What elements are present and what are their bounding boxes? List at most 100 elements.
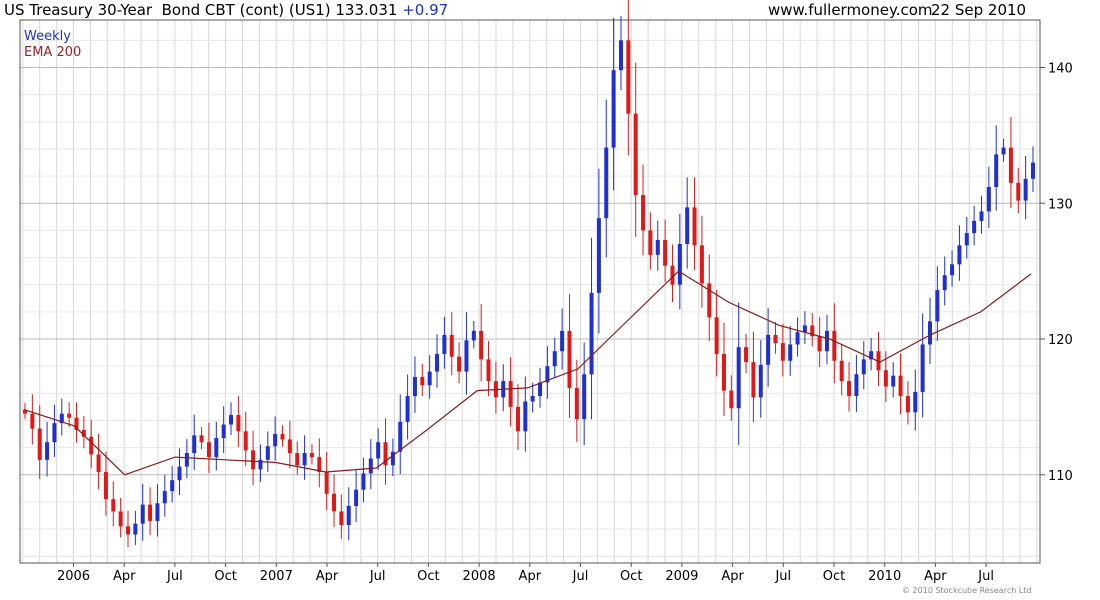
candle-body xyxy=(626,40,631,114)
candle-body xyxy=(692,207,697,246)
candle-body xyxy=(155,503,160,521)
candle-body xyxy=(206,442,211,458)
candle-body xyxy=(618,40,623,71)
candle-body xyxy=(251,450,256,470)
x-tick-label: 2008 xyxy=(463,569,496,584)
legend-weekly: Weekly xyxy=(24,29,71,44)
y-tick-label: 110 xyxy=(1048,469,1073,484)
x-tick-label: Jul xyxy=(774,569,791,584)
candle-body xyxy=(589,292,594,375)
candle-body xyxy=(398,421,403,452)
candle-body xyxy=(994,154,999,187)
candle-body xyxy=(574,387,579,420)
x-tick-label: Oct xyxy=(417,569,439,584)
candle-body xyxy=(214,438,219,458)
candle-body xyxy=(927,321,932,345)
candle-body xyxy=(420,377,425,386)
candle-body xyxy=(964,233,969,246)
candle-body xyxy=(140,504,145,524)
candle-body xyxy=(199,435,204,443)
candle-body xyxy=(913,391,918,413)
x-tick-label: Apr xyxy=(316,569,339,584)
candle-body xyxy=(346,505,351,525)
candle-body xyxy=(148,504,153,521)
candle-body xyxy=(177,466,182,481)
candle-body xyxy=(170,480,175,492)
candle-body xyxy=(552,351,557,367)
x-tick-label: Apr xyxy=(519,569,542,584)
candle-body xyxy=(1023,178,1028,201)
candle-body xyxy=(427,371,432,386)
candle-body xyxy=(471,330,476,341)
candle-body xyxy=(52,423,57,443)
candle-body xyxy=(780,343,785,361)
candle-body xyxy=(412,377,417,397)
candle-body xyxy=(685,207,690,244)
candle-body xyxy=(839,360,844,382)
legend-ema: EMA 200 xyxy=(24,45,82,60)
candle-body xyxy=(96,454,101,473)
candle-body xyxy=(802,325,807,333)
candle-body xyxy=(302,453,307,466)
candle-body xyxy=(1016,182,1021,201)
candle-body xyxy=(457,356,462,372)
candle-body xyxy=(950,264,955,276)
candle-body xyxy=(354,489,359,506)
x-tick-label: Apr xyxy=(924,569,947,584)
candle-body xyxy=(45,442,50,460)
candle-body xyxy=(229,415,234,425)
candle-body xyxy=(935,290,940,322)
candle-body xyxy=(464,340,469,372)
candle-body xyxy=(287,439,292,454)
candle-body xyxy=(861,359,866,375)
candle-body xyxy=(265,446,270,460)
candle-body xyxy=(515,406,520,432)
candle-body xyxy=(648,230,653,255)
y-tick-label: 140 xyxy=(1048,62,1073,77)
x-tick-label: Oct xyxy=(823,569,845,584)
candle-body xyxy=(111,499,116,512)
candle-body xyxy=(243,431,248,451)
candle-body xyxy=(677,243,682,285)
candle-body xyxy=(898,375,903,397)
candle-body xyxy=(832,330,837,361)
candle-body xyxy=(221,424,226,439)
x-tick-label: 2010 xyxy=(868,569,901,584)
candle-body xyxy=(721,353,726,391)
candle-body xyxy=(309,453,314,458)
candle-body xyxy=(508,381,513,407)
candle-body xyxy=(560,330,565,352)
candle-body xyxy=(192,435,197,454)
candle-body xyxy=(744,347,749,363)
candle-body xyxy=(736,347,741,409)
candle-body xyxy=(986,186,991,212)
x-tick-label: 2007 xyxy=(260,569,293,584)
candle-body xyxy=(538,382,543,397)
x-tick-label: Jul xyxy=(369,569,386,584)
x-tick-label: 2006 xyxy=(57,569,90,584)
candle-body xyxy=(604,147,609,219)
candle-body xyxy=(641,195,646,231)
candle-body xyxy=(920,344,925,392)
candle-body xyxy=(449,334,454,357)
candle-body xyxy=(479,330,484,360)
candle-body xyxy=(133,523,138,535)
candle-body xyxy=(405,396,410,422)
candle-body xyxy=(663,239,668,266)
candle-body xyxy=(891,375,896,387)
candle-body xyxy=(236,415,241,432)
candle-body xyxy=(611,70,616,148)
copyright-notice: © 2010 Stockcube Research Ltd xyxy=(902,586,1032,595)
candle-body xyxy=(368,458,373,474)
candle-body xyxy=(273,434,278,447)
candle-body xyxy=(339,511,344,525)
candle-body xyxy=(633,113,638,196)
x-tick-label: Apr xyxy=(721,569,744,584)
x-tick-label: Oct xyxy=(620,569,642,584)
candle-body xyxy=(1031,162,1035,179)
candle-body xyxy=(37,428,42,460)
candle-body xyxy=(89,436,94,455)
y-tick-label: 120 xyxy=(1048,333,1073,348)
x-tick-label: Jul xyxy=(572,569,589,584)
candle-body xyxy=(972,220,977,234)
